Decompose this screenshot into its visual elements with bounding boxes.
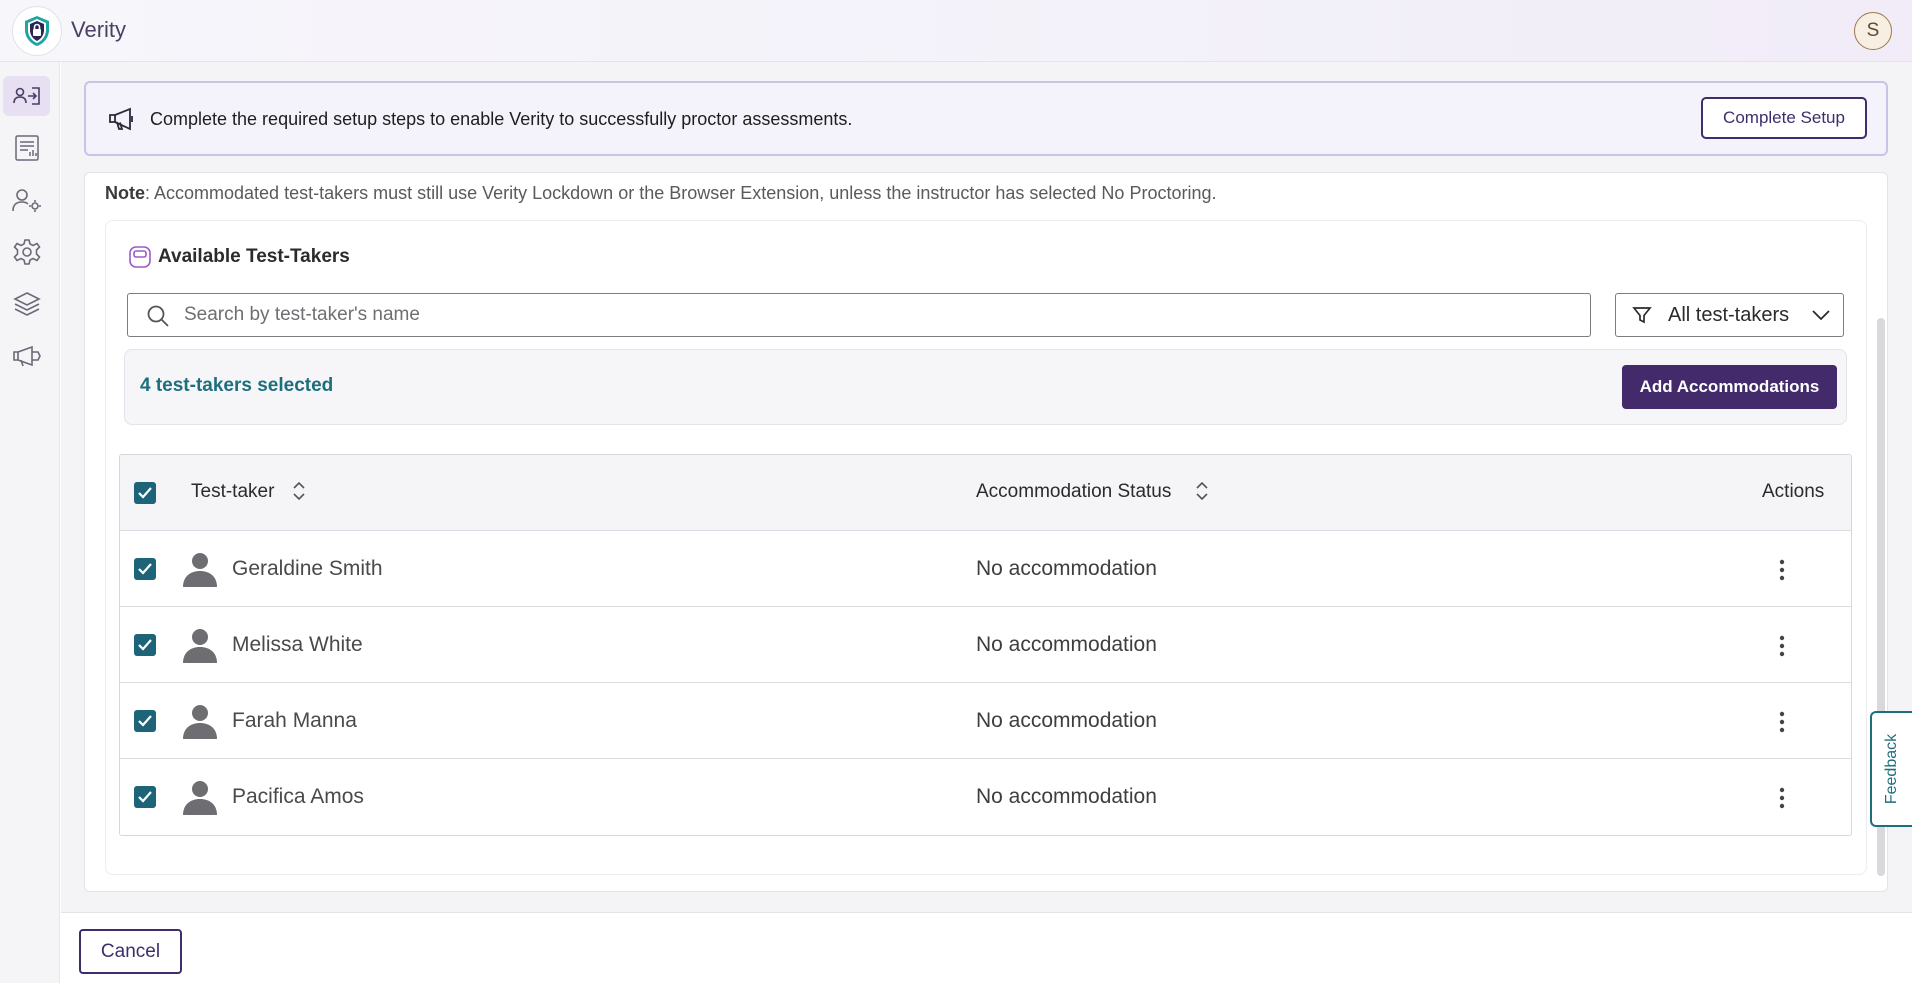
test-taker-name: Pacifica Amos [232, 785, 364, 808]
checkmark-icon [138, 639, 152, 651]
panel-icon [128, 245, 152, 269]
filter-selected-value: All test-takers [1668, 304, 1790, 326]
table-row: Melissa White No accommodation [120, 607, 1851, 683]
sort-icon[interactable] [1195, 480, 1209, 502]
test-taker-name: Geraldine Smith [232, 557, 383, 580]
layers-icon [12, 292, 41, 316]
checkmark-icon [138, 563, 152, 575]
checkmark-icon [138, 715, 152, 727]
accommodation-note: Note: Accommodated test-takers must stil… [105, 183, 1216, 204]
accommodation-status: No accommodation [976, 633, 1157, 656]
user-login-icon [12, 87, 40, 105]
accommodation-status: No accommodation [976, 785, 1157, 808]
column-header-actions: Actions [1762, 481, 1825, 502]
column-header-accommodation-status[interactable]: Accommodation Status [976, 481, 1171, 503]
person-icon [183, 705, 217, 739]
test-taker-name: Melissa White [232, 633, 363, 656]
test-taker-name: Farah Manna [232, 709, 357, 732]
setup-banner: Complete the required setup steps to ena… [84, 81, 1888, 156]
row-actions-menu-icon[interactable] [1770, 633, 1794, 659]
sidebar-item-integrations[interactable] [3, 284, 50, 324]
note-label: Note [105, 183, 145, 203]
sidebar-item-settings[interactable] [3, 232, 50, 272]
row-actions-menu-icon[interactable] [1770, 557, 1794, 583]
row-checkbox[interactable] [134, 786, 156, 808]
add-accommodations-button[interactable]: Add Accommodations [1622, 365, 1837, 409]
available-test-takers-panel: Available Test-Takers All test-takers 4 … [105, 220, 1867, 875]
sidebar [0, 62, 60, 983]
user-avatar[interactable]: S [1854, 12, 1892, 50]
feedback-label: Feedback [1883, 733, 1900, 805]
row-checkbox[interactable] [134, 558, 156, 580]
app-title: Verity [71, 17, 127, 42]
user-settings-icon [11, 189, 41, 212]
filter-icon [1632, 307, 1652, 324]
search-box [127, 293, 1591, 337]
sidebar-item-announcements[interactable] [3, 336, 50, 376]
top-bar: Verity S [0, 0, 1912, 62]
feedback-tab[interactable]: Feedback [1870, 711, 1912, 827]
section-title: Available Test-Takers [158, 246, 350, 267]
search-input[interactable] [184, 300, 1564, 330]
person-icon [183, 553, 217, 587]
footer-bar: Cancel [61, 912, 1912, 983]
sidebar-item-user-settings[interactable] [3, 180, 50, 220]
checkmark-icon [138, 791, 152, 803]
test-taker-filter-dropdown[interactable]: All test-takers [1615, 293, 1844, 337]
accommodation-status: No accommodation [976, 557, 1157, 580]
column-header-test-taker[interactable]: Test-taker [191, 481, 274, 503]
gear-icon [12, 239, 41, 265]
table-row: Farah Manna No accommodation [120, 683, 1851, 759]
sidebar-item-reports[interactable] [3, 128, 50, 168]
accommodation-status: No accommodation [976, 709, 1157, 732]
cancel-button[interactable]: Cancel [79, 929, 182, 974]
row-checkbox[interactable] [134, 634, 156, 656]
search-icon [146, 304, 170, 333]
selection-bar: 4 test-takers selected Add Accommodation… [124, 349, 1847, 425]
row-actions-menu-icon[interactable] [1770, 709, 1794, 735]
person-icon [183, 781, 217, 815]
complete-setup-button[interactable]: Complete Setup [1701, 97, 1867, 139]
checkmark-icon [138, 487, 152, 499]
table-row: Pacifica Amos No accommodation [120, 759, 1851, 835]
table-header: Test-taker Accommodation Status Actions [120, 455, 1851, 531]
accommodations-card: Note: Accommodated test-takers must stil… [84, 172, 1888, 892]
shield-lock-icon [25, 16, 49, 46]
chevron-down-icon [1812, 310, 1830, 321]
megaphone-icon [108, 106, 136, 137]
row-checkbox[interactable] [134, 710, 156, 732]
announcement-icon [12, 345, 41, 367]
sidebar-item-proctoring[interactable] [3, 76, 50, 116]
verity-logo[interactable] [12, 6, 62, 56]
test-takers-table: Test-taker Accommodation Status Actions … [119, 454, 1852, 836]
select-all-checkbox[interactable] [134, 482, 156, 504]
banner-message: Complete the required setup steps to ena… [150, 109, 853, 129]
note-text: : Accommodated test-takers must still us… [145, 183, 1217, 203]
person-icon [183, 629, 217, 663]
report-icon [14, 135, 39, 161]
selected-count: 4 test-takers selected [140, 375, 334, 396]
table-row: Geraldine Smith No accommodation [120, 531, 1851, 607]
row-actions-menu-icon[interactable] [1770, 785, 1794, 811]
sort-icon[interactable] [292, 480, 306, 502]
